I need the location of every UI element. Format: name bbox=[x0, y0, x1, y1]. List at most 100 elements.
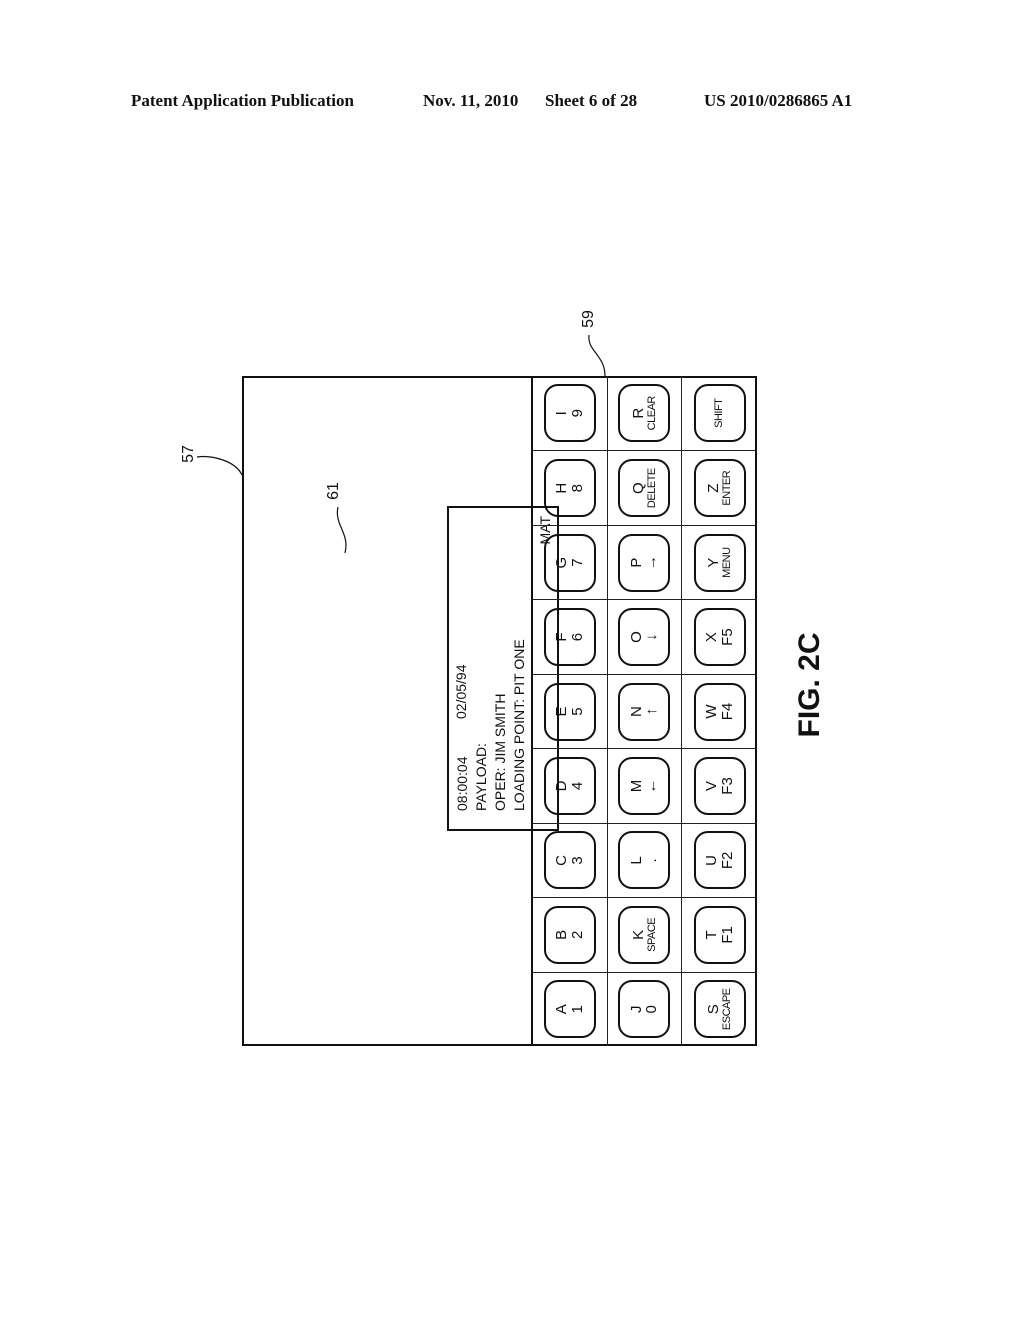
keypad-cell: H8 bbox=[533, 450, 608, 525]
keypad-cell: W F4 bbox=[682, 673, 757, 749]
key-p[interactable]: P → bbox=[618, 533, 671, 592]
figure-label: FIG. 2C bbox=[793, 632, 826, 738]
key-o[interactable]: O ↓ bbox=[618, 608, 671, 667]
leader-line-59 bbox=[588, 334, 606, 377]
lcd-loading-point: LOADING POINT: PIT ONE bbox=[511, 639, 527, 811]
key-primary-label: B bbox=[553, 929, 571, 940]
key-s[interactable]: S ESCAPE bbox=[693, 980, 746, 1039]
key-c[interactable]: C3 bbox=[543, 831, 596, 890]
key-u[interactable]: U F2 bbox=[693, 831, 746, 890]
key-x[interactable]: X F5 bbox=[693, 608, 746, 667]
key-t[interactable]: T F1 bbox=[693, 905, 746, 964]
key-primary-label: H bbox=[553, 482, 571, 494]
key-w[interactable]: W F4 bbox=[693, 682, 746, 741]
key-secondary-label: 7 bbox=[568, 558, 586, 567]
key-secondary-label: F2 bbox=[718, 851, 736, 870]
key-primary-label: F bbox=[553, 632, 571, 642]
lcd-payload: PAYLOAD: bbox=[473, 743, 489, 811]
header-patent-number: US 2010/0286865 A1 bbox=[704, 91, 853, 110]
key-primary-label: S bbox=[705, 1004, 722, 1015]
key-d[interactable]: D4 bbox=[543, 756, 596, 815]
handheld-terminal: 08:00:04 02/05/94 PAYLOAD: OPER: JIM SMI… bbox=[242, 376, 757, 1046]
keypad-cell: Q DELETE bbox=[607, 450, 683, 525]
key-secondary-label: 4 bbox=[568, 781, 586, 791]
key-secondary-label: ENTER bbox=[720, 470, 733, 506]
key-secondary-label: 9 bbox=[568, 409, 586, 418]
key-secondary-label: F3 bbox=[718, 777, 736, 795]
key-secondary-label: F1 bbox=[718, 926, 736, 944]
key-b[interactable]: B2 bbox=[543, 905, 596, 964]
key-primary-label: G bbox=[553, 556, 571, 569]
keypad-cell: O ↓ bbox=[607, 599, 683, 674]
key-a[interactable]: A1 bbox=[543, 980, 596, 1039]
key-secondary-label: 1 bbox=[568, 1005, 586, 1014]
key-l[interactable]: L. bbox=[618, 831, 671, 890]
key-secondary-label: 8 bbox=[568, 484, 586, 493]
key-secondary-label: ↓ bbox=[643, 633, 661, 641]
key-v[interactable]: V F3 bbox=[693, 756, 746, 815]
key-primary-label: V bbox=[702, 780, 720, 791]
key-primary-label: Q bbox=[629, 482, 647, 495]
key-primary-label: Z bbox=[705, 483, 722, 493]
key-q[interactable]: Q DELETE bbox=[618, 459, 671, 518]
key-f[interactable]: F6 bbox=[543, 608, 596, 667]
key-primary-label: R bbox=[629, 407, 647, 419]
key-secondary-label: 5 bbox=[568, 707, 586, 716]
key-primary-label: X bbox=[702, 632, 720, 643]
key-k[interactable]: K SPACE bbox=[618, 905, 671, 964]
key-z[interactable]: Z ENTER bbox=[693, 459, 746, 518]
key-primary-label: E bbox=[553, 706, 571, 717]
key-secondary-label: F4 bbox=[718, 702, 736, 721]
key-r[interactable]: R CLEAR bbox=[618, 384, 671, 443]
key-secondary-label: . bbox=[643, 858, 661, 863]
key-primary-label: P bbox=[627, 557, 645, 568]
ref-59: 59 bbox=[579, 310, 597, 328]
keypad-cell: A1 bbox=[533, 971, 608, 1046]
key-secondary-label: F5 bbox=[718, 628, 736, 646]
key-h[interactable]: H8 bbox=[543, 459, 596, 518]
key-m[interactable]: M ← bbox=[618, 756, 671, 815]
key-secondary-label: ESCAPE bbox=[720, 988, 733, 1031]
key-n[interactable]: N ↑ bbox=[618, 682, 671, 741]
keypad-cell: T F1 bbox=[682, 897, 757, 972]
keypad-cell: U F2 bbox=[682, 822, 757, 898]
key-secondary-label: 2 bbox=[568, 930, 586, 940]
header-date: Nov. 11, 2010 bbox=[423, 91, 519, 110]
keypad-cell: Y MENU bbox=[682, 524, 757, 600]
key-e[interactable]: E5 bbox=[543, 682, 596, 741]
key-g[interactable]: G7 bbox=[543, 533, 596, 592]
key-i[interactable]: I9 bbox=[543, 384, 596, 443]
keypad-cell: K SPACE bbox=[607, 897, 683, 972]
key-primary-label: W bbox=[702, 704, 720, 719]
header-publication: Patent Application Publication bbox=[131, 91, 354, 110]
keypad-cell: M ← bbox=[607, 748, 683, 823]
key-secondary-label: → bbox=[643, 555, 661, 571]
keypad-cell: P → bbox=[607, 524, 683, 600]
keypad-cell: D4 bbox=[533, 748, 608, 823]
keypad-cell: C3 bbox=[533, 822, 608, 898]
key-secondary-label: ← bbox=[643, 778, 661, 794]
key-j[interactable]: J0 bbox=[618, 980, 671, 1039]
key-primary-label: Y bbox=[705, 557, 722, 568]
lcd-operator: OPER: JIM SMITH bbox=[492, 693, 508, 811]
keypad-cell: X F5 bbox=[682, 599, 757, 674]
key-primary-label: D bbox=[553, 780, 571, 792]
keypad-cell: N ↑ bbox=[607, 673, 683, 749]
header-sheet: Sheet 6 of 28 bbox=[545, 91, 638, 110]
key-shift[interactable]: SHIFT bbox=[693, 384, 746, 443]
key-secondary-label: SHIFT bbox=[712, 398, 725, 428]
key-primary-label: L bbox=[627, 856, 645, 865]
keypad-cell: E5 bbox=[533, 673, 608, 749]
key-secondary-label: 6 bbox=[568, 632, 586, 642]
keypad: A 1 B 2 C 3 D 4 E 5 F 6 G 7 H 8 I 9 J 0 K SPACE L. M ← N ↑ O ↓ P → Q DEL… bbox=[531, 376, 757, 1046]
display-area: 08:00:04 02/05/94 PAYLOAD: OPER: JIM SMI… bbox=[242, 376, 559, 1046]
key-primary-label: K bbox=[629, 929, 647, 940]
key-primary-label: I bbox=[553, 411, 571, 416]
key-primary-label: M bbox=[627, 779, 645, 793]
key-secondary-label: ↑ bbox=[643, 707, 661, 716]
key-y[interactable]: Y MENU bbox=[693, 533, 746, 592]
key-primary-label: J bbox=[627, 1005, 645, 1014]
key-secondary-label: 3 bbox=[568, 856, 586, 865]
key-primary-label: T bbox=[702, 930, 720, 940]
keypad-cell: J0 bbox=[607, 971, 683, 1046]
